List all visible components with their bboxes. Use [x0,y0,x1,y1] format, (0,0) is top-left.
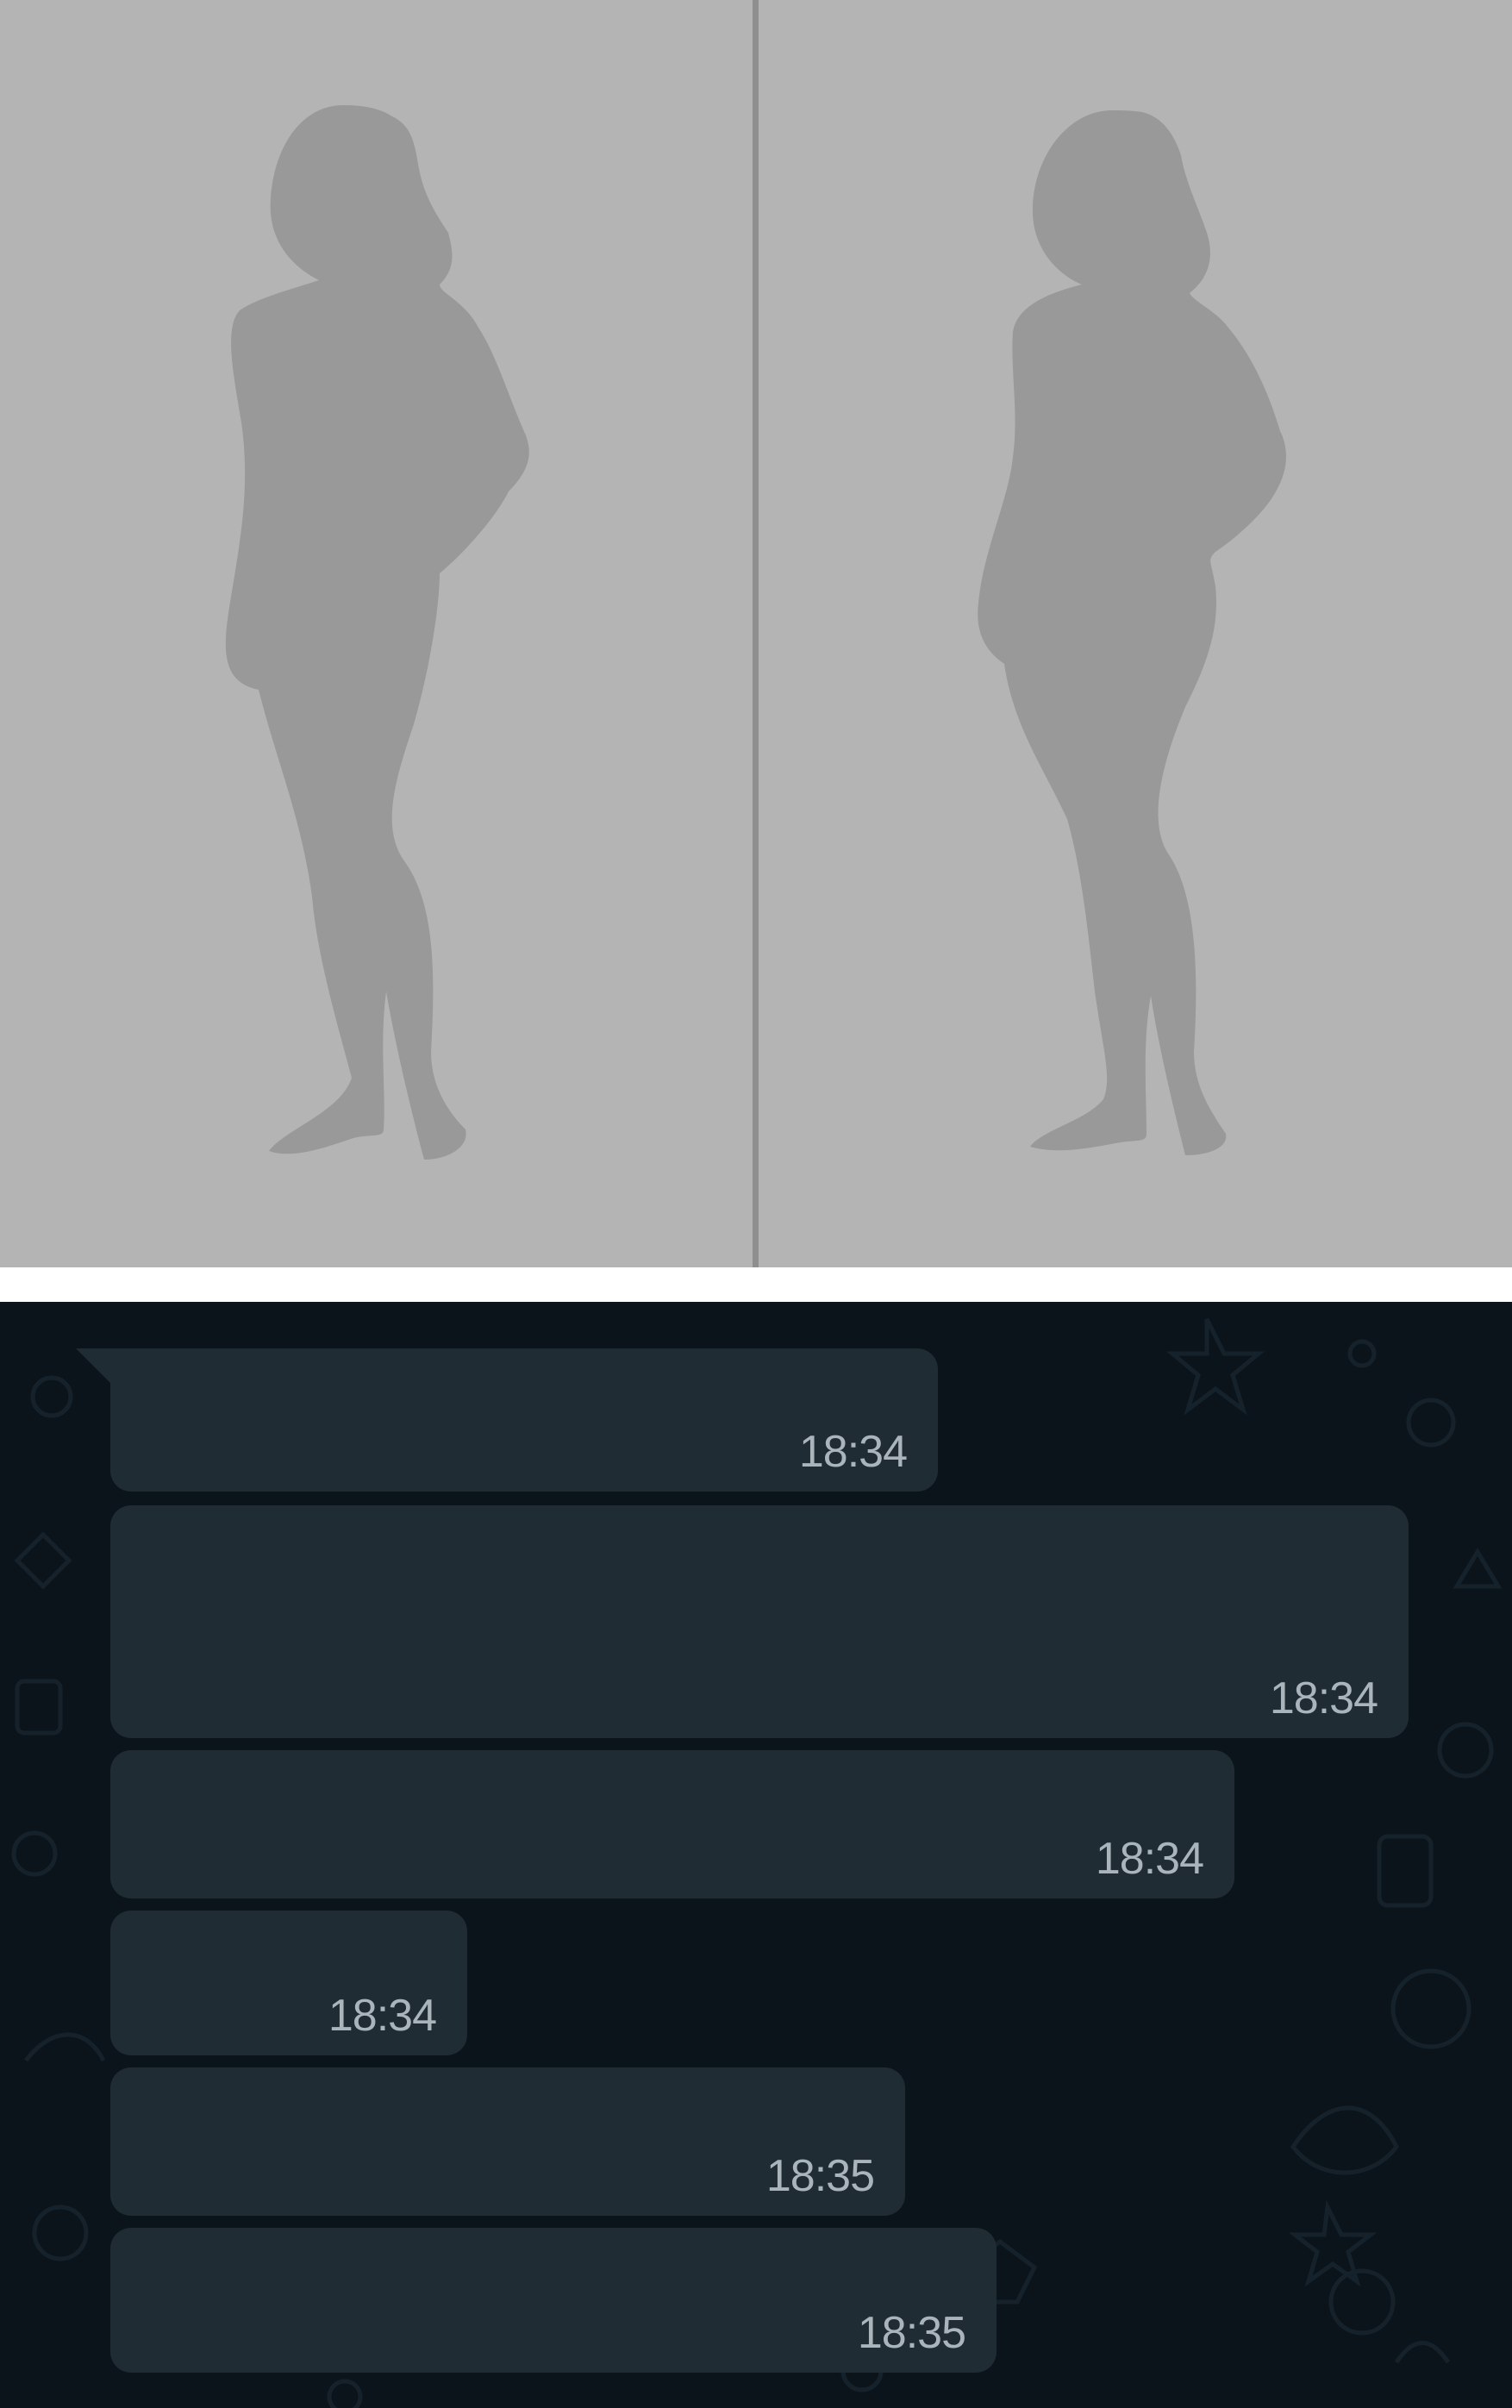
shared-image[interactable] [0,0,1512,1267]
message-timestamp: 18:34 [798,1427,908,1477]
silhouette-comparison-image [0,0,1512,1267]
bubble-tail-icon [76,1348,114,1386]
message-timestamp: 18:34 [328,1991,437,2041]
message-timestamp: 18:34 [1095,1834,1204,1884]
screenshot-root: 18:34 18:34 18:34 18:34 18:35 18:35 [0,0,1512,2408]
message-bubble-6[interactable]: 18:35 [110,2228,997,2373]
message-timestamp: 18:34 [1269,1673,1378,1723]
message-timestamp: 18:35 [765,2151,875,2201]
message-bubble-2[interactable]: 18:34 [110,1505,1409,1738]
message-bubble-4[interactable]: 18:34 [110,1911,467,2055]
message-bubble-1[interactable]: 18:34 [76,1348,938,1492]
message-bubble-5[interactable]: 18:35 [110,2067,905,2216]
image-divider [753,0,759,1267]
message-bubble-3[interactable]: 18:34 [110,1750,1234,1898]
message-timestamp: 18:35 [857,2308,966,2358]
chat-panel: 18:34 18:34 18:34 18:34 18:35 18:35 [0,1302,1512,2408]
